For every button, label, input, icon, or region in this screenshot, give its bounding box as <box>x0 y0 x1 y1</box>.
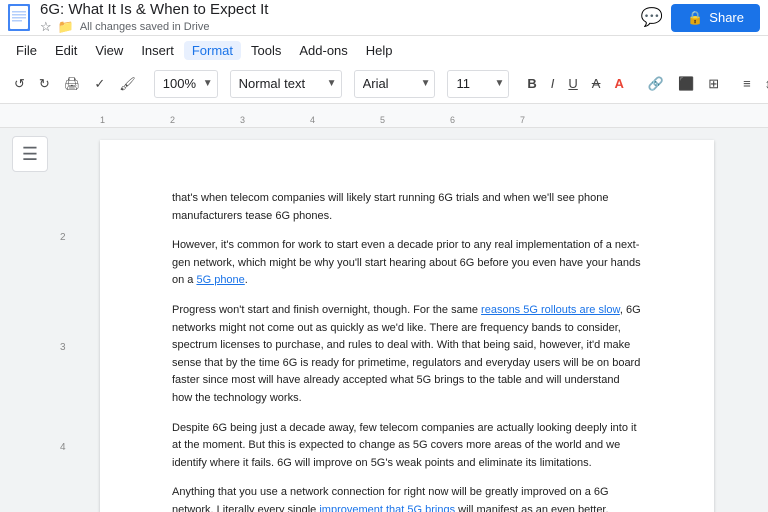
redo-button[interactable]: ↻ <box>33 72 56 96</box>
menu-bar: File Edit View Insert Format Tools Add-o… <box>0 36 768 64</box>
style-select[interactable]: Normal textHeading 1Heading 2 <box>235 73 325 94</box>
ruler-mark-3: 3 <box>240 115 245 125</box>
menu-format[interactable]: Format <box>184 41 241 60</box>
strikethrough-button[interactable]: A <box>586 72 607 95</box>
paragraph-3: Progress won't start and finish overnigh… <box>172 302 642 408</box>
menu-insert[interactable]: Insert <box>133 41 182 60</box>
toolbar: ↺ ↻ 🖨 ✓ 🖌 100%75%125% ▼ Normal textHeadi… <box>0 64 768 104</box>
paragraph-5: Anything that you use a network connecti… <box>172 484 642 512</box>
doc-page: 2 3 4 5 that's when telecom companies wi… <box>100 140 714 512</box>
menu-tools[interactable]: Tools <box>243 41 289 60</box>
folder-icon[interactable]: 📁 <box>58 19 74 35</box>
paragraph-1: that's when telecom companies will likel… <box>172 190 642 225</box>
star-icon[interactable]: ☆ <box>40 19 52 35</box>
font-chevron: ▼ <box>421 78 431 89</box>
spacing-button[interactable]: ↕ <box>759 72 768 95</box>
page-num-3: 3 <box>60 340 66 356</box>
doc-title[interactable]: 6G: What It Is & When to Expect It <box>40 1 641 18</box>
link-button[interactable]: 🔗 <box>642 72 670 96</box>
size-chevron: ▼ <box>494 78 504 89</box>
italic-button[interactable]: I <box>545 72 561 95</box>
menu-help[interactable]: Help <box>358 41 401 60</box>
title-bar: 6G: What It Is & When to Expect It ☆ 📁 A… <box>0 0 768 36</box>
bold-button[interactable]: B <box>521 72 542 95</box>
ruler-mark-4: 4 <box>310 115 315 125</box>
page-num-4: 4 <box>60 440 66 456</box>
font-select-wrap: ArialTimes New RomanVerdana ▼ <box>354 70 436 98</box>
menu-view[interactable]: View <box>87 41 131 60</box>
doc-title-meta: ☆ 📁 All changes saved in Drive <box>40 19 641 35</box>
style-chevron: ▼ <box>327 78 337 89</box>
size-select-wrap: 11101214 ▼ <box>447 70 509 98</box>
paragraph-2: However, it's common for work to start e… <box>172 237 642 290</box>
5g-phone-link[interactable]: 5G phone <box>196 274 244 286</box>
5g-improvement-link[interactable]: improvement that 5G brings <box>319 504 455 512</box>
zoom-chevron: ▼ <box>203 78 213 89</box>
paint-format-button[interactable]: 🖌 <box>113 72 142 96</box>
chat-button[interactable]: 💬 <box>641 7 663 28</box>
save-status: All changes saved in Drive <box>80 21 210 33</box>
align-button[interactable]: ≡ <box>737 72 757 95</box>
table-button[interactable]: ⊞ <box>702 72 725 96</box>
menu-addons[interactable]: Add-ons <box>291 41 355 60</box>
zoom-select-wrap: 100%75%125% ▼ <box>154 70 218 98</box>
page-num-2: 2 <box>60 230 66 246</box>
style-select-wrap: Normal textHeading 1Heading 2 ▼ <box>230 70 342 98</box>
underline-button[interactable]: U <box>562 72 583 95</box>
doc-title-group: 6G: What It Is & When to Expect It ☆ 📁 A… <box>40 1 641 35</box>
font-select[interactable]: ArialTimes New RomanVerdana <box>359 73 419 94</box>
size-select[interactable]: 11101214 <box>452 73 492 94</box>
menu-edit[interactable]: Edit <box>47 41 85 60</box>
paragraph-4: Despite 6G being just a decade away, few… <box>172 420 642 473</box>
ruler-mark-7: 7 <box>520 115 525 125</box>
undo-button[interactable]: ↺ <box>8 72 31 96</box>
lock-icon: 🔒 <box>687 10 703 26</box>
ruler-mark-6: 6 <box>450 115 455 125</box>
ruler-mark-5: 5 <box>380 115 385 125</box>
ruler-mark-1: 1 <box>100 115 105 125</box>
zoom-select[interactable]: 100%75%125% <box>159 73 201 94</box>
doc-icon <box>8 4 32 32</box>
doc-scroll[interactable]: 2 3 4 5 that's when telecom companies wi… <box>60 128 754 512</box>
share-button[interactable]: 🔒 Share <box>671 4 760 32</box>
scrollbar-track[interactable] <box>754 128 768 512</box>
menu-file[interactable]: File <box>8 41 45 60</box>
ruler-mark-2: 2 <box>170 115 175 125</box>
doc-area: ☰ 2 3 4 5 that's when telecom companies … <box>0 128 768 512</box>
left-panel: ☰ <box>0 128 60 512</box>
spellcheck-button[interactable]: ✓ <box>88 72 111 96</box>
print-button[interactable]: 🖨 <box>58 72 87 96</box>
text-color-button[interactable]: A <box>608 72 629 95</box>
5g-rollout-link[interactable]: reasons 5G rollouts are slow <box>481 304 620 316</box>
outline-button[interactable]: ☰ <box>12 136 48 172</box>
image-button[interactable]: ⬛ <box>672 72 700 96</box>
ruler: ▼ 1 2 3 4 5 6 7 <box>0 104 768 128</box>
